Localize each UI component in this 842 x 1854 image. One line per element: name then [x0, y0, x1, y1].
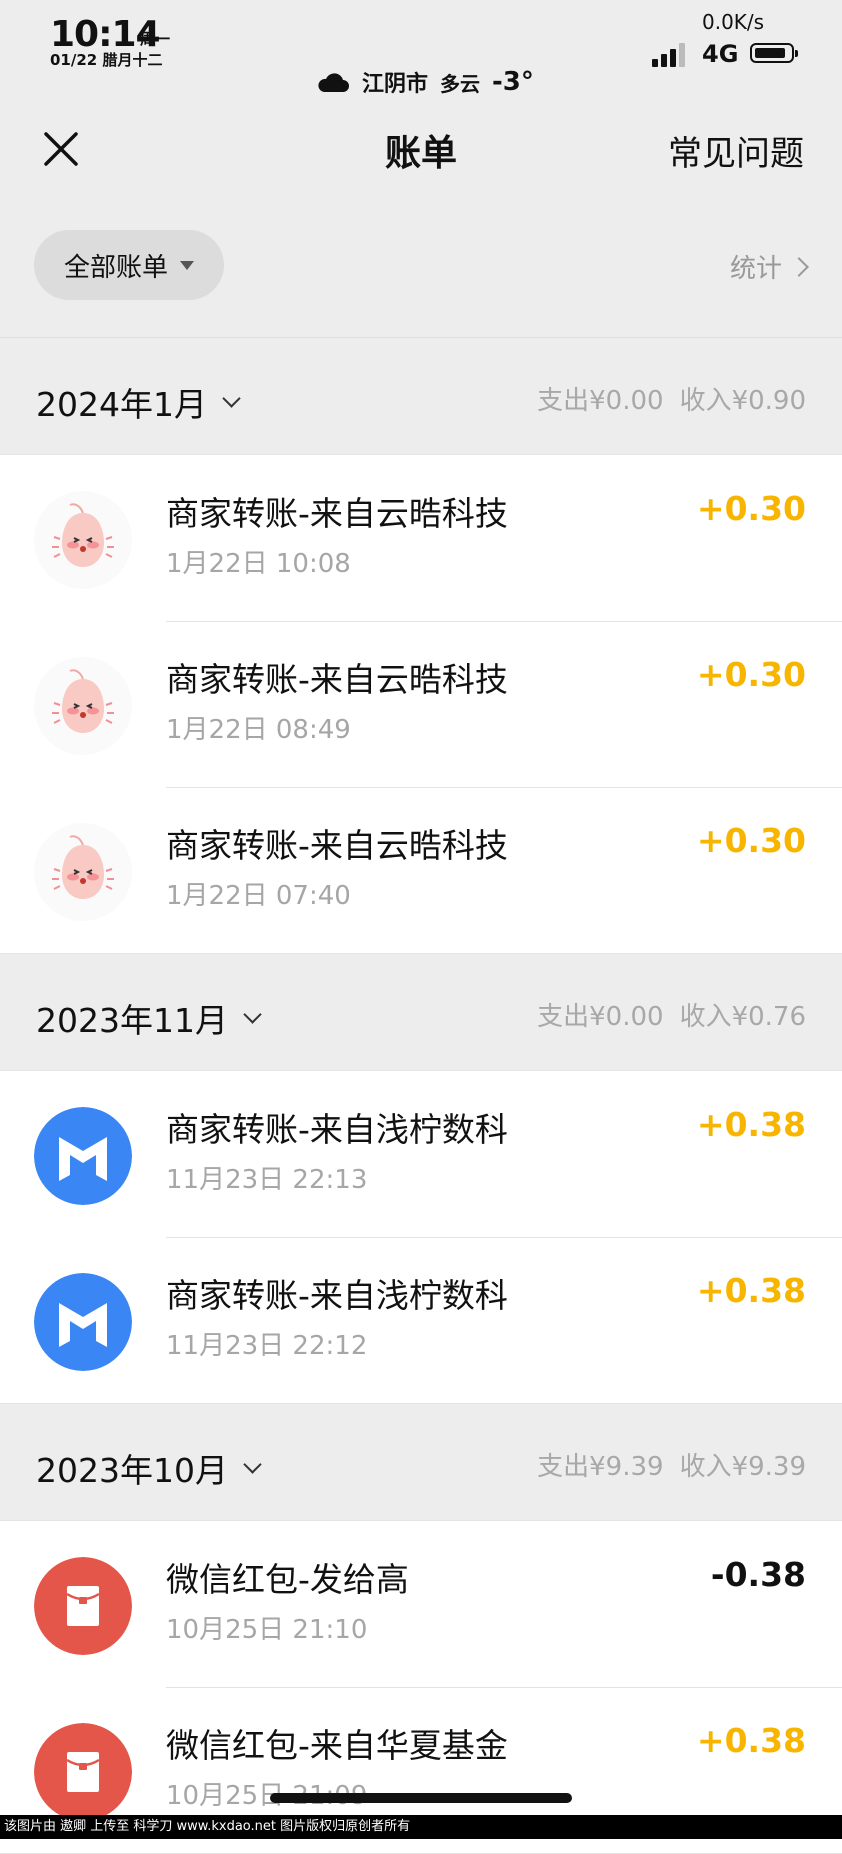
transaction-time: 1月22日 08:49 — [166, 715, 351, 745]
weather-city: 江阴市 — [362, 72, 429, 97]
chevron-down-icon — [243, 1454, 262, 1474]
m-logo-icon — [34, 1273, 132, 1371]
transaction-row[interactable]: 商家转账-来自云晧科技 1月22日 07:40 +0.30 — [0, 787, 842, 953]
status-bar: 10:14 周一 01/22 腊月十二 0.0K/s 4G 江阴市 多云 -3° — [0, 0, 842, 100]
transaction-row[interactable]: 商家转账-来自云晧科技 1月22日 10:08 +0.30 — [0, 455, 842, 621]
status-weekday: 周一 — [140, 30, 171, 48]
transaction-amount: +0.38 — [696, 1105, 806, 1144]
month-summary: 支出¥0.00 收入¥0.90 — [521, 380, 806, 417]
status-lunar-date: 01/22 腊月十二 — [50, 51, 163, 69]
transaction-amount: +0.38 — [696, 1271, 806, 1310]
transaction-amount: +0.38 — [696, 1721, 806, 1760]
month-header[interactable]: 2024年1月 支出¥0.00 收入¥0.90 — [0, 338, 842, 454]
transaction-row[interactable]: 微信红包-发给高 10月25日 21:10 -0.38 — [0, 1521, 842, 1687]
month-income: 收入¥9.39 — [679, 1452, 806, 1482]
month-header[interactable]: 2023年10月 支出¥9.39 收入¥9.39 — [0, 1404, 842, 1520]
month-transactions: 商家转账-来自浅柠数科 11月23日 22:13 +0.38 商家转账-来自浅柠… — [0, 1070, 842, 1404]
peach-avatar-icon — [34, 491, 132, 589]
transaction-time: 10月25日 21:10 — [166, 1615, 368, 1645]
transaction-time: 11月23日 22:12 — [166, 1331, 368, 1361]
transaction-amount: -0.38 — [710, 1555, 806, 1594]
chevron-down-icon — [222, 388, 241, 408]
stats-label: 统计 — [729, 254, 782, 284]
month-income: 收入¥0.76 — [679, 1002, 806, 1032]
transaction-title: 微信红包-发给高 — [166, 1560, 409, 1599]
stats-link[interactable]: 统计 — [729, 248, 809, 285]
transaction-row[interactable]: 商家转账-来自云晧科技 1月22日 08:49 +0.30 — [0, 621, 842, 787]
transaction-time: 1月22日 07:40 — [166, 881, 351, 911]
chevron-down-icon — [243, 1004, 262, 1024]
weather-widget: 江阴市 多云 -3° — [316, 66, 534, 98]
signal-icon — [652, 43, 690, 67]
month-summary: 支出¥0.00 收入¥0.76 — [521, 996, 806, 1033]
transaction-row[interactable]: 商家转账-来自浅柠数科 11月23日 22:12 +0.38 — [0, 1237, 842, 1403]
transaction-title: 商家转账-来自云晧科技 — [166, 826, 508, 865]
bill-list: 2024年1月 支出¥0.00 收入¥0.90 商家转账-来自云晧科技 1月22… — [0, 337, 842, 1854]
status-network: 4G — [702, 40, 739, 68]
status-net-speed: 0.0K/s — [702, 10, 765, 34]
bill-filter-dropdown[interactable]: 全部账单 — [34, 230, 224, 300]
cloud-icon — [318, 73, 349, 92]
transaction-title: 商家转账-来自浅柠数科 — [166, 1110, 508, 1149]
month-label: 2023年10月 — [36, 1451, 228, 1490]
transaction-title: 微信红包-来自华夏基金 — [166, 1726, 508, 1765]
transaction-title: 商家转账-来自浅柠数科 — [166, 1276, 508, 1315]
transaction-amount: +0.30 — [696, 821, 806, 860]
red-packet-icon — [34, 1557, 132, 1655]
peach-avatar-icon — [34, 657, 132, 755]
transaction-time: 1月22日 10:08 — [166, 549, 351, 579]
transaction-time: 11月23日 22:13 — [166, 1165, 368, 1195]
month-transactions: 商家转账-来自云晧科技 1月22日 10:08 +0.30 商家转账-来自云晧科… — [0, 454, 842, 954]
nav-bar: 账单 常见问题 — [0, 100, 842, 200]
transaction-amount: +0.30 — [696, 655, 806, 694]
month-transactions: 微信红包-发给高 10月25日 21:10 -0.38 微信红包-来自华夏基金 … — [0, 1520, 842, 1854]
bill-filter-label: 全部账单 — [63, 252, 168, 283]
transaction-title: 商家转账-来自云晧科技 — [166, 494, 508, 533]
month-income: 收入¥0.90 — [679, 386, 806, 416]
transaction-amount: +0.30 — [696, 489, 806, 528]
battery-icon — [750, 43, 798, 63]
month-label: 2023年11月 — [36, 1001, 228, 1040]
month-header[interactable]: 2023年11月 支出¥0.00 收入¥0.76 — [0, 954, 842, 1070]
faq-link[interactable]: 常见问题 — [668, 126, 804, 175]
weather-desc: 多云 — [440, 71, 481, 96]
home-indicator[interactable] — [270, 1793, 572, 1803]
month-expense: 支出¥0.00 — [537, 386, 664, 416]
red-packet-icon — [34, 1723, 132, 1821]
transaction-title: 商家转账-来自云晧科技 — [166, 660, 508, 699]
m-logo-icon — [34, 1107, 132, 1205]
watermark-footer: 该图片由 遨卿 上传至 科学刀 www.kxdao.net 图片版权归原创者所有 — [0, 1815, 842, 1839]
month-label: 2024年1月 — [36, 385, 207, 424]
month-expense: 支出¥0.00 — [537, 1002, 664, 1032]
month-expense: 支出¥9.39 — [537, 1452, 664, 1482]
transaction-row[interactable]: 商家转账-来自浅柠数科 11月23日 22:13 +0.38 — [0, 1071, 842, 1237]
chevron-right-icon — [789, 256, 809, 277]
peach-avatar-icon — [34, 823, 132, 921]
caret-down-icon — [180, 260, 194, 270]
weather-temp: -3° — [492, 67, 534, 97]
month-summary: 支出¥9.39 收入¥9.39 — [521, 1446, 806, 1483]
